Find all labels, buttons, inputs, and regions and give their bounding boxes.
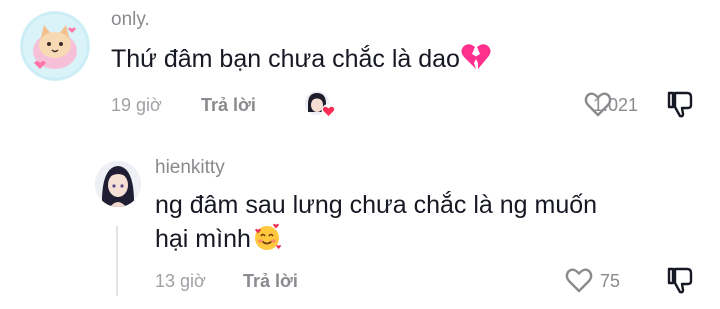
like-button[interactable] — [564, 265, 594, 295]
dislike-button[interactable] — [664, 88, 696, 120]
comment-text-line-2: hại mình — [155, 222, 282, 261]
comment-1: only. Thứ đâm bạn chưa chắc là dao 19 gi… — [0, 0, 720, 130]
like-count: 75 — [600, 271, 621, 291]
girl-avatar-icon — [95, 161, 141, 207]
comment-text: Thứ đâm bạn chưa chắc là dao — [111, 42, 491, 80]
like-count: 1.021 — [593, 95, 639, 115]
creator-liked-badge — [304, 90, 336, 120]
avatar[interactable] — [20, 11, 90, 81]
reply-button[interactable]: Trả lời — [201, 95, 256, 116]
comment-2: hienkitty ng đâm sau lưng chưa chắc là n… — [0, 140, 720, 309]
broken-heart-icon — [461, 43, 491, 80]
comment-text-line-1: ng đâm sau lưng chưa chắc là ng muốn — [155, 191, 598, 219]
smiling-face-with-hearts-icon — [252, 222, 282, 261]
heart-outline-icon — [565, 268, 593, 293]
comment-text-body: Thứ đâm bạn chưa chắc là dao — [111, 45, 460, 73]
dislike-button[interactable] — [664, 264, 696, 296]
thumbs-down-icon — [667, 267, 693, 294]
timestamp: 19 giờ — [111, 95, 162, 115]
heart-icon — [321, 104, 336, 118]
username[interactable]: only. — [111, 9, 150, 31]
comment-text-body: hại mình — [155, 225, 251, 253]
thumbs-down-icon — [667, 91, 693, 118]
timestamp: 13 giờ — [155, 271, 206, 291]
reply-button[interactable]: Trả lời — [243, 271, 298, 292]
cat-avatar-icon — [21, 12, 89, 80]
avatar[interactable] — [95, 161, 141, 207]
username[interactable]: hienkitty — [155, 157, 225, 179]
